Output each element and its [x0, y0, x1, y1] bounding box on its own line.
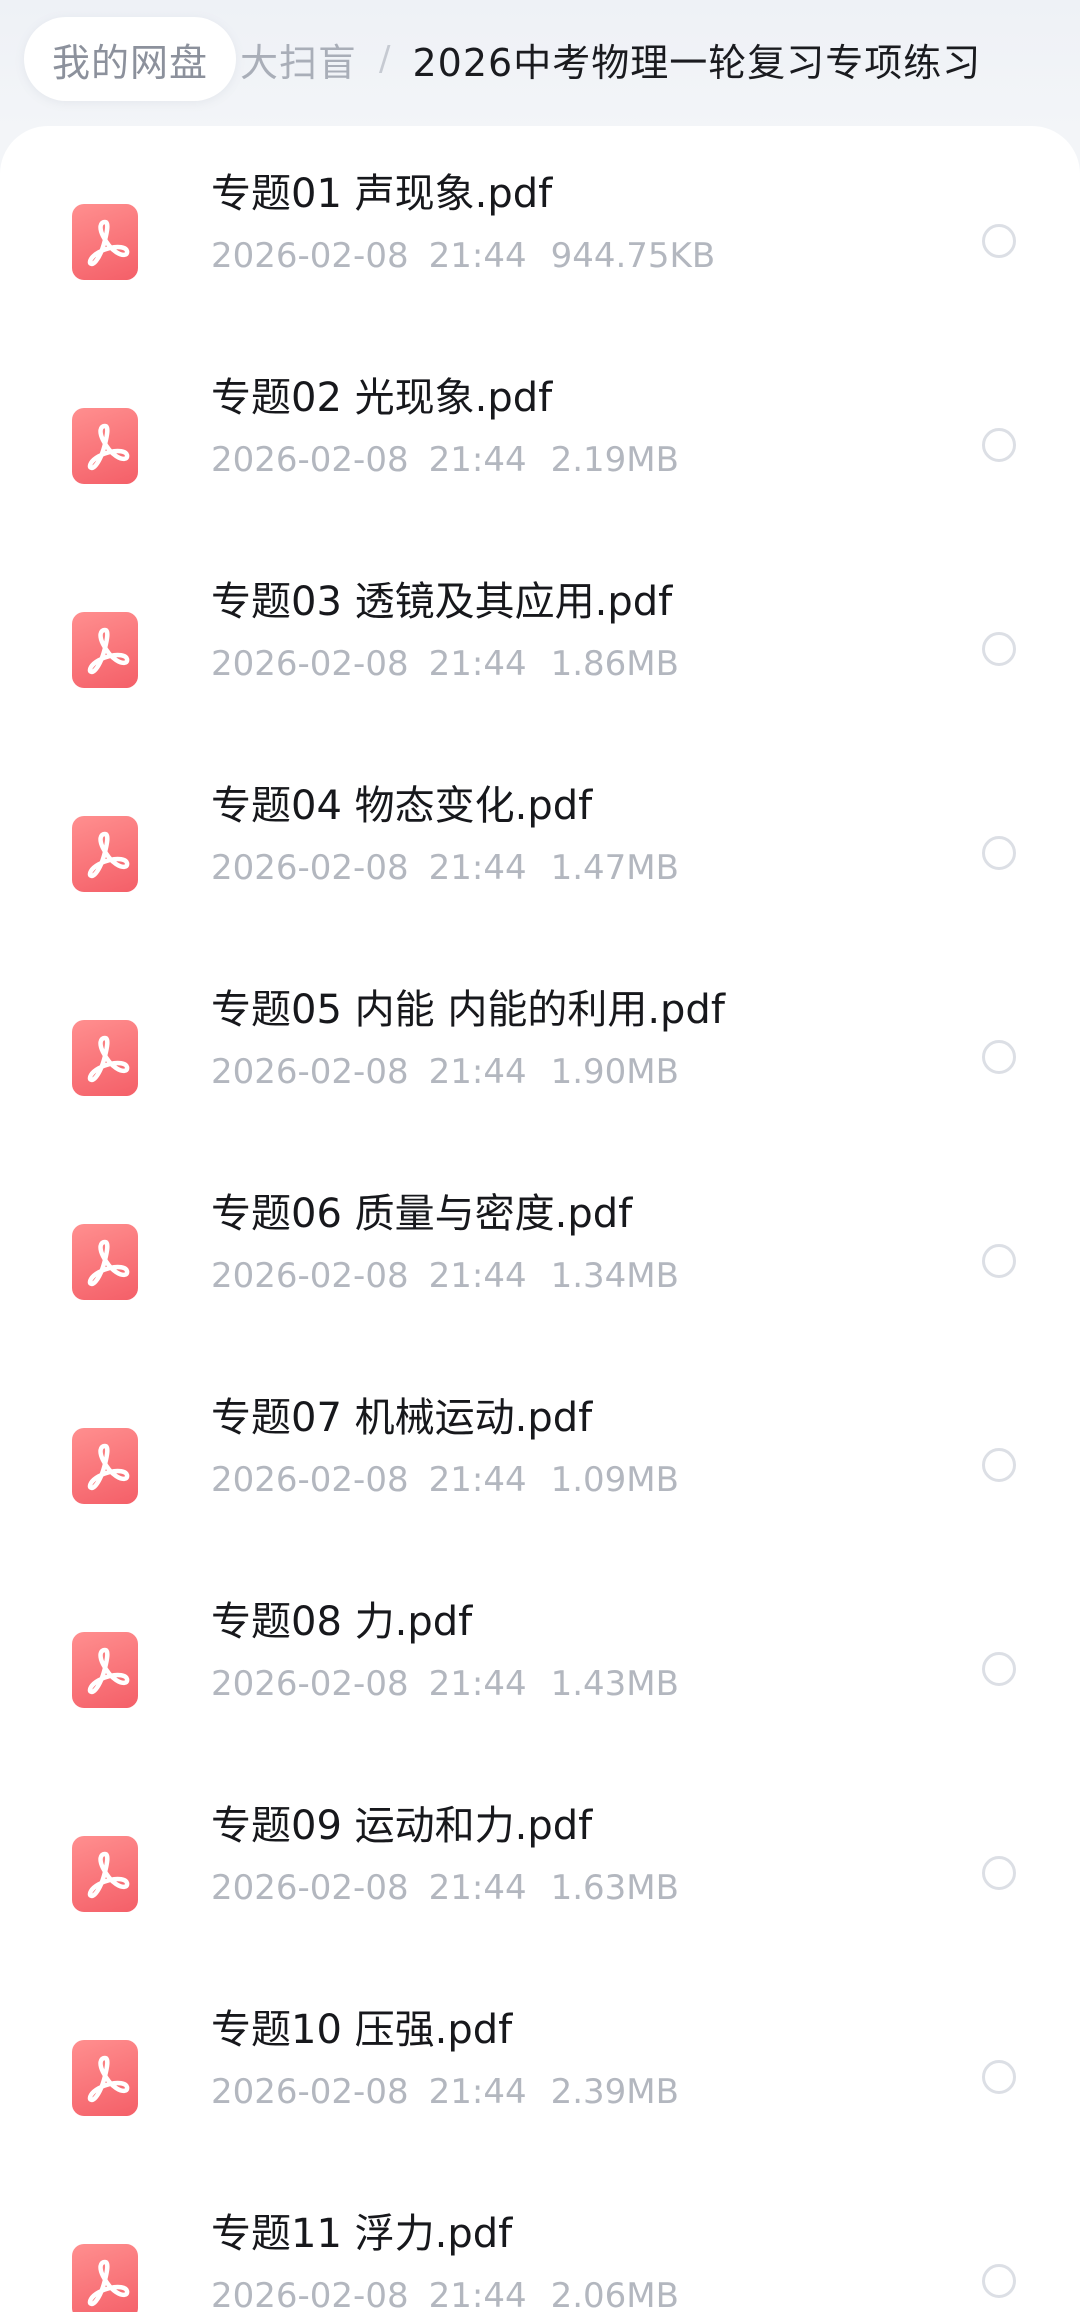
file-size: 1.63MB — [550, 1868, 679, 1908]
file-name: 专题03 透镜及其应用.pdf — [211, 579, 673, 625]
file-meta: 2026-02-08 21:44 2.19MB — [211, 438, 679, 482]
file-name: 专题11 浮力.pdf — [211, 2211, 513, 2257]
file-list: 专题01 声现象.pdf 2026-02-08 21:44 944.75KB 专题02 … — [0, 126, 1080, 2312]
file-time: 21:44 — [428, 644, 527, 684]
file-list-item[interactable]: 专题05 内能 内能的利用.pdf 2026-02-08 21:44 1.90MB — [0, 984, 1080, 1188]
file-meta: 2026-02-08 21:44 2.06MB — [211, 2274, 679, 2312]
select-checkbox[interactable] — [982, 632, 1016, 666]
pdf-file-icon — [72, 2040, 138, 2116]
breadcrumb-parent[interactable]: 大扫盲 — [240, 32, 357, 87]
file-time: 21:44 — [428, 2072, 527, 2112]
breadcrumb-root[interactable]: 我的网盘 — [24, 17, 237, 101]
file-meta: 2026-02-08 21:44 1.09MB — [211, 1458, 679, 1502]
pdf-file-icon — [72, 816, 138, 892]
file-meta: 2026-02-08 21:44 1.47MB — [211, 846, 679, 890]
select-checkbox[interactable] — [982, 1448, 1016, 1482]
file-meta: 2026-02-08 21:44 1.86MB — [211, 642, 679, 686]
file-time: 21:44 — [428, 1664, 527, 1704]
select-checkbox[interactable] — [982, 2060, 1016, 2094]
file-date: 2026-02-08 — [211, 848, 409, 888]
file-time: 21:44 — [428, 1868, 527, 1908]
file-browser-page: 我的网盘 大扫盲 / 2026中考物理一轮复习专项练习 专题01 声现象.pdf… — [0, 0, 1080, 2312]
select-checkbox[interactable] — [982, 1244, 1016, 1278]
file-meta: 2026-02-08 21:44 1.34MB — [211, 1254, 679, 1298]
file-date: 2026-02-08 — [211, 1664, 409, 1704]
file-list-item[interactable]: 专题06 质量与密度.pdf 2026-02-08 21:44 1.34MB — [0, 1188, 1080, 1392]
file-list-item[interactable]: 专题08 力.pdf 2026-02-08 21:44 1.43MB — [0, 1596, 1080, 1800]
file-date: 2026-02-08 — [211, 1052, 409, 1092]
file-name: 专题05 内能 内能的利用.pdf — [211, 987, 725, 1033]
file-name: 专题01 声现象.pdf — [211, 171, 553, 217]
file-size: 944.75KB — [550, 236, 716, 276]
file-size: 1.90MB — [550, 1052, 679, 1092]
file-time: 21:44 — [428, 1052, 527, 1092]
file-time: 21:44 — [428, 440, 527, 480]
file-meta: 2026-02-08 21:44 1.63MB — [211, 1866, 679, 1910]
file-size: 2.39MB — [550, 2072, 679, 2112]
file-meta: 2026-02-08 21:44 944.75KB — [211, 234, 715, 278]
file-list-item[interactable]: 专题03 透镜及其应用.pdf 2026-02-08 21:44 1.86MB — [0, 576, 1080, 780]
select-checkbox[interactable] — [982, 428, 1016, 462]
file-list-item[interactable]: 专题10 压强.pdf 2026-02-08 21:44 2.39MB — [0, 2004, 1080, 2208]
pdf-file-icon — [72, 1020, 138, 1096]
file-size: 1.86MB — [550, 644, 679, 684]
file-name: 专题04 物态变化.pdf — [211, 783, 593, 829]
file-time: 21:44 — [428, 236, 527, 276]
file-size: 1.09MB — [550, 1460, 679, 1500]
file-time: 21:44 — [428, 1256, 527, 1296]
file-time: 21:44 — [428, 1460, 527, 1500]
file-list-item[interactable]: 专题04 物态变化.pdf 2026-02-08 21:44 1.47MB — [0, 780, 1080, 984]
file-size: 2.19MB — [550, 440, 679, 480]
file-date: 2026-02-08 — [211, 1460, 409, 1500]
file-time: 21:44 — [428, 848, 527, 888]
file-list-item[interactable]: 专题11 浮力.pdf 2026-02-08 21:44 2.06MB — [0, 2208, 1080, 2312]
file-name: 专题07 机械运动.pdf — [211, 1395, 593, 1441]
file-size: 1.34MB — [550, 1256, 679, 1296]
breadcrumb-current-folder: 2026中考物理一轮复习专项练习 — [412, 40, 982, 85]
file-list-item[interactable]: 专题09 运动和力.pdf 2026-02-08 21:44 1.63MB — [0, 1800, 1080, 2004]
file-date: 2026-02-08 — [211, 1868, 409, 1908]
file-list-item[interactable]: 专题02 光现象.pdf 2026-02-08 21:44 2.19MB — [0, 372, 1080, 576]
select-checkbox[interactable] — [982, 1040, 1016, 1074]
pdf-file-icon — [72, 612, 138, 688]
pdf-file-icon — [72, 1428, 138, 1504]
file-name: 专题06 质量与密度.pdf — [211, 1191, 633, 1237]
pdf-file-icon — [72, 1632, 138, 1708]
pdf-file-icon — [72, 1224, 138, 1300]
file-size: 1.43MB — [550, 1664, 679, 1704]
pdf-file-icon — [72, 2244, 138, 2312]
file-meta: 2026-02-08 21:44 1.90MB — [211, 1050, 679, 1094]
file-list-item[interactable]: 专题01 声现象.pdf 2026-02-08 21:44 944.75KB — [0, 168, 1080, 372]
pdf-file-icon — [72, 408, 138, 484]
file-size: 2.06MB — [550, 2276, 679, 2312]
file-name: 专题08 力.pdf — [211, 1599, 473, 1645]
select-checkbox[interactable] — [982, 1652, 1016, 1686]
file-meta: 2026-02-08 21:44 1.43MB — [211, 1662, 679, 1706]
pdf-file-icon — [72, 1836, 138, 1912]
select-checkbox[interactable] — [982, 2264, 1016, 2298]
breadcrumb: 我的网盘 大扫盲 / 2026中考物理一轮复习专项练习 — [0, 0, 1080, 118]
select-checkbox[interactable] — [982, 1856, 1016, 1890]
file-date: 2026-02-08 — [211, 236, 409, 276]
file-date: 2026-02-08 — [211, 644, 409, 684]
file-time: 21:44 — [428, 2276, 527, 2312]
select-checkbox[interactable] — [982, 224, 1016, 258]
file-name: 专题10 压强.pdf — [211, 2007, 513, 2053]
file-meta: 2026-02-08 21:44 2.39MB — [211, 2070, 679, 2114]
select-checkbox[interactable] — [982, 836, 1016, 870]
file-date: 2026-02-08 — [211, 2072, 409, 2112]
pdf-file-icon — [72, 204, 138, 280]
file-date: 2026-02-08 — [211, 2276, 409, 2312]
file-date: 2026-02-08 — [211, 1256, 409, 1296]
file-size: 1.47MB — [550, 848, 679, 888]
breadcrumb-separator: / — [379, 39, 391, 79]
file-date: 2026-02-08 — [211, 440, 409, 480]
file-name: 专题09 运动和力.pdf — [211, 1803, 593, 1849]
file-list-item[interactable]: 专题07 机械运动.pdf 2026-02-08 21:44 1.09MB — [0, 1392, 1080, 1596]
file-name: 专题02 光现象.pdf — [211, 375, 553, 421]
